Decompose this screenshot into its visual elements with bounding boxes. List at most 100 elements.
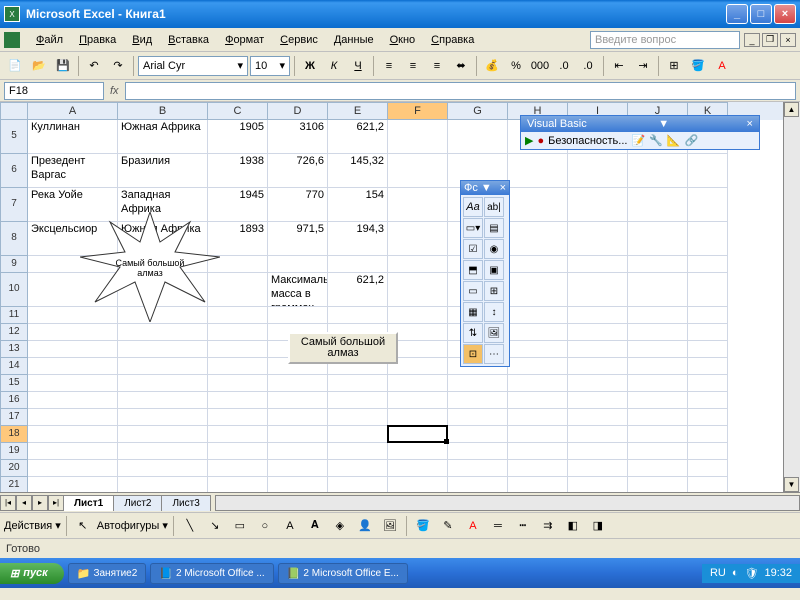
row-header-12[interactable]: 12 bbox=[0, 324, 28, 341]
cell-D5[interactable]: 3106 bbox=[268, 120, 328, 154]
italic-button[interactable]: К bbox=[323, 55, 345, 77]
cell-A14[interactable] bbox=[28, 358, 118, 375]
option-control-icon[interactable]: ◉ bbox=[484, 239, 504, 259]
listbox-control-icon[interactable]: ▤ bbox=[484, 218, 504, 238]
cell-F18[interactable] bbox=[388, 426, 448, 443]
cell-G21[interactable] bbox=[448, 477, 508, 492]
cell-D17[interactable] bbox=[268, 409, 328, 426]
cell-A17[interactable] bbox=[28, 409, 118, 426]
cell-F6[interactable] bbox=[388, 154, 448, 188]
merge-button[interactable]: ⬌ bbox=[450, 55, 472, 77]
design-mode-icon[interactable]: 📐 bbox=[667, 134, 681, 147]
toolbox-close-icon[interactable]: × bbox=[500, 182, 506, 194]
cell-B15[interactable] bbox=[118, 375, 208, 392]
bold-button[interactable]: Ж bbox=[299, 55, 321, 77]
cell-J6[interactable] bbox=[628, 154, 688, 188]
fill-color-button[interactable]: 🪣 bbox=[687, 55, 709, 77]
cell-F21[interactable] bbox=[388, 477, 448, 492]
row-header-15[interactable]: 15 bbox=[0, 375, 28, 392]
cell-B5[interactable]: Южная Африка bbox=[118, 120, 208, 154]
cell-K21[interactable] bbox=[688, 477, 728, 492]
cell-J11[interactable] bbox=[628, 307, 688, 324]
menu-Правка[interactable]: Правка bbox=[71, 31, 124, 49]
cell-K8[interactable] bbox=[688, 222, 728, 256]
properties-icon[interactable]: ⋯ bbox=[484, 344, 504, 364]
cell-E5[interactable]: 621,2 bbox=[328, 120, 388, 154]
underline-button[interactable]: Ч bbox=[347, 55, 369, 77]
tab-nav-prev[interactable]: ◂ bbox=[16, 495, 32, 511]
cell-J18[interactable] bbox=[628, 426, 688, 443]
decrease-indent-button[interactable]: ⇤ bbox=[608, 55, 630, 77]
scroll-up-button[interactable]: ▲ bbox=[784, 102, 799, 117]
cell-K20[interactable] bbox=[688, 460, 728, 477]
sheet-tab-Лист1[interactable]: Лист1 bbox=[63, 495, 114, 511]
cell-D7[interactable]: 770 bbox=[268, 188, 328, 222]
cell-C14[interactable] bbox=[208, 358, 268, 375]
cell-I8[interactable] bbox=[568, 222, 628, 256]
cell-A6[interactable]: Презедент Варгас bbox=[28, 154, 118, 188]
row-header-21[interactable]: 21 bbox=[0, 477, 28, 492]
scrollbar-control-icon[interactable]: ↕ bbox=[484, 302, 504, 322]
control-toolbox[interactable]: Фс ▼ × Aa ab| ▭▾ ▤ ☑ ◉ ⬒ ▣ ▭ ⊞ ▦ ↕ ⇅ 🖼 ⊡… bbox=[460, 180, 510, 367]
col-header-B[interactable]: B bbox=[118, 102, 208, 120]
increase-indent-button[interactable]: ⇥ bbox=[632, 55, 654, 77]
run-macro-icon[interactable]: ▶ bbox=[525, 134, 533, 147]
cell-A18[interactable] bbox=[28, 426, 118, 443]
record-macro-icon[interactable]: ● bbox=[537, 135, 544, 147]
open-button[interactable]: 📂 bbox=[28, 55, 50, 77]
cell-C12[interactable] bbox=[208, 324, 268, 341]
menu-Вставка[interactable]: Вставка bbox=[160, 31, 217, 49]
col-header-E[interactable]: E bbox=[328, 102, 388, 120]
arrow-icon[interactable]: ↘ bbox=[204, 515, 226, 537]
cell-I21[interactable] bbox=[568, 477, 628, 492]
menu-Окно[interactable]: Окно bbox=[382, 31, 424, 49]
worksheet-grid[interactable]: ABCDEFGHIJK 5678910111213141516171819202… bbox=[0, 102, 800, 492]
cell-G18[interactable] bbox=[448, 426, 508, 443]
cell-F5[interactable] bbox=[388, 120, 448, 154]
line-style-icon[interactable]: ═ bbox=[487, 515, 509, 537]
cell-G16[interactable] bbox=[448, 392, 508, 409]
cell-F10[interactable] bbox=[388, 273, 448, 307]
vb-editor-icon[interactable]: 📝 bbox=[631, 134, 645, 147]
horizontal-scrollbar[interactable] bbox=[215, 495, 800, 511]
cell-B21[interactable] bbox=[118, 477, 208, 492]
cell-F20[interactable] bbox=[388, 460, 448, 477]
cell-A13[interactable] bbox=[28, 341, 118, 358]
arrow-style-icon[interactable]: ⇉ bbox=[537, 515, 559, 537]
taskbar-item[interactable]: 📘2 Microsoft Office ... bbox=[150, 563, 273, 584]
tabstrip-control-icon[interactable]: ⊞ bbox=[484, 281, 504, 301]
menu-Данные[interactable]: Данные bbox=[326, 31, 382, 49]
cell-B14[interactable] bbox=[118, 358, 208, 375]
cell-H11[interactable] bbox=[508, 307, 568, 324]
more-controls-icon[interactable]: ⊡ bbox=[463, 344, 483, 364]
tab-nav-first[interactable]: |◂ bbox=[0, 495, 16, 511]
cell-I11[interactable] bbox=[568, 307, 628, 324]
sheet-tab-Лист2[interactable]: Лист2 bbox=[113, 495, 162, 511]
cell-A20[interactable] bbox=[28, 460, 118, 477]
line-icon[interactable]: ╲ bbox=[179, 515, 201, 537]
cell-C15[interactable] bbox=[208, 375, 268, 392]
cell-I7[interactable] bbox=[568, 188, 628, 222]
redo-button[interactable]: ↷ bbox=[107, 55, 129, 77]
mdi-close-button[interactable]: × bbox=[780, 33, 796, 47]
cell-K13[interactable] bbox=[688, 341, 728, 358]
cell-C5[interactable]: 1905 bbox=[208, 120, 268, 154]
cell-K16[interactable] bbox=[688, 392, 728, 409]
row-header-10[interactable]: 10 bbox=[0, 273, 28, 307]
cell-C21[interactable] bbox=[208, 477, 268, 492]
cell-J20[interactable] bbox=[628, 460, 688, 477]
cell-K19[interactable] bbox=[688, 443, 728, 460]
cell-B13[interactable] bbox=[118, 341, 208, 358]
vertical-scrollbar[interactable]: ▲ ▼ bbox=[783, 102, 800, 492]
fx-icon[interactable]: fx bbox=[110, 85, 119, 97]
cell-I10[interactable] bbox=[568, 273, 628, 307]
close-button[interactable]: × bbox=[774, 4, 796, 24]
cell-A15[interactable] bbox=[28, 375, 118, 392]
cell-I15[interactable] bbox=[568, 375, 628, 392]
script-editor-icon[interactable]: 🔗 bbox=[685, 134, 699, 147]
decrease-decimal-button[interactable]: .0 bbox=[577, 55, 599, 77]
cell-E7[interactable]: 154 bbox=[328, 188, 388, 222]
fill-color-icon[interactable]: 🪣 bbox=[412, 515, 434, 537]
cell-I14[interactable] bbox=[568, 358, 628, 375]
cell-E20[interactable] bbox=[328, 460, 388, 477]
